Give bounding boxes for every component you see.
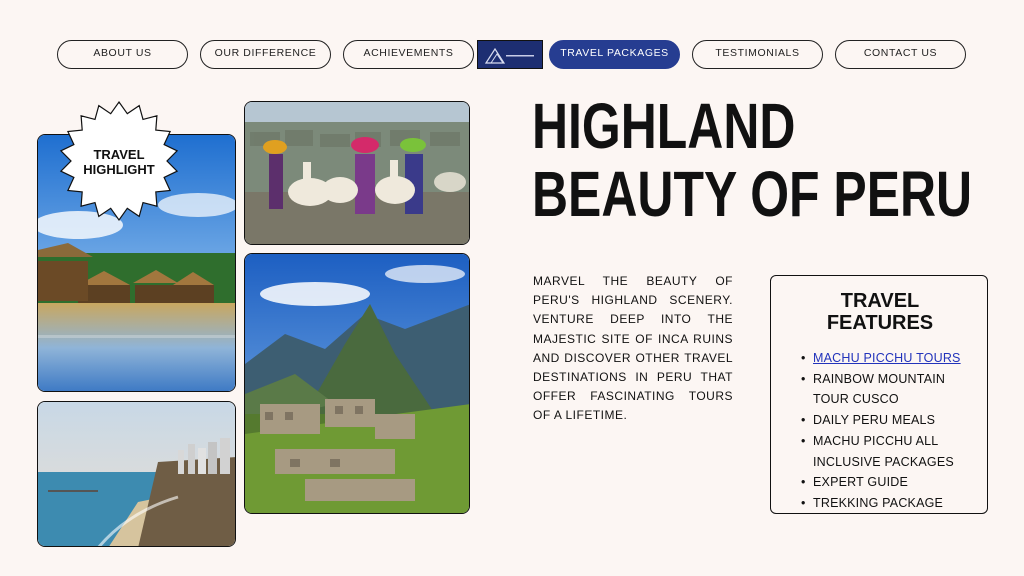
list-item: TREKKING PACKAGE xyxy=(801,493,983,514)
machu-picchu-photo xyxy=(244,253,470,514)
coastal-city-photo xyxy=(37,401,236,547)
nav-about-us[interactable]: ABOUT US xyxy=(57,40,188,69)
list-item[interactable]: MACHU PICCHU TOURS xyxy=(801,348,983,369)
nav-contact-us[interactable]: CONTACT US xyxy=(835,40,966,69)
list-item: MACHU PICCHU ALL INCLUSIVE PACKAGES xyxy=(801,431,983,472)
machu-picchu-tours-link[interactable]: MACHU PICCHU TOURS xyxy=(813,351,961,365)
nav-travel-packages[interactable]: TRAVEL PACKAGES xyxy=(549,40,680,69)
badge-line-2: HIGHLIGHT xyxy=(83,162,155,177)
features-title: TRAVEL FEATURES xyxy=(771,290,989,334)
page-title: HIGHLAND BEAUTY OF PERU xyxy=(532,90,973,230)
title-line-1: HIGHLAND xyxy=(532,90,796,162)
intro-paragraph: MARVEL THE BEAUTY OF PERU'S HIGHLAND SCE… xyxy=(533,274,733,423)
list-item: RAINBOW MOUNTAIN TOUR CUSCO xyxy=(801,369,983,410)
title-line-2: BEAUTY OF PERU xyxy=(532,158,973,230)
list-item: DAILY PERU MEALS xyxy=(801,410,983,431)
features-title-line-2: FEATURES xyxy=(826,312,934,334)
travel-features-card: TRAVEL FEATURES MACHU PICCHU TOURS RAINB… xyxy=(770,275,988,514)
list-item: EXPERT GUIDE xyxy=(801,472,983,493)
brand-logo[interactable] xyxy=(477,40,543,69)
badge-line-1: TRAVEL xyxy=(93,147,145,162)
nav-testimonials[interactable]: TESTIMONIALS xyxy=(692,40,823,69)
features-list: MACHU PICCHU TOURS RAINBOW MOUNTAIN TOUR… xyxy=(801,348,983,514)
features-title-line-1: TRAVEL xyxy=(840,290,920,312)
travel-highlight-badge: TRAVEL HIGHLIGHT xyxy=(58,147,180,177)
nav-achievements[interactable]: ACHIEVEMENTS xyxy=(343,40,474,69)
nav-our-difference[interactable]: OUR DIFFERENCE xyxy=(200,40,331,69)
children-with-llamas-photo xyxy=(244,101,470,245)
